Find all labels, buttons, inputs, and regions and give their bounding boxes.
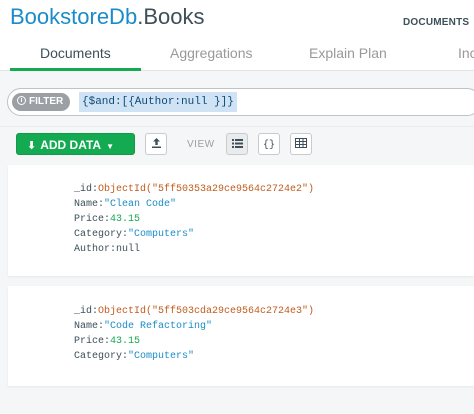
field-value: ObjectId("5ff503cda29ce9564c2724e3") — [98, 306, 315, 317]
field-price[interactable]: Price:43.15 — [74, 212, 140, 227]
collection-header: BookstoreDb.Books DOCUMENTS — [0, 0, 474, 40]
tab-documents[interactable]: Documents — [40, 38, 111, 68]
list-icon — [231, 139, 243, 148]
field-key: Price: — [74, 336, 111, 347]
info-icon — [17, 96, 26, 105]
field-name[interactable]: Name:"Clean Code" — [74, 197, 176, 212]
document-actions-bar: ⬇ ADD DATA ▼ VIEW {} — [0, 127, 474, 161]
field-key: Name: — [74, 321, 105, 332]
query-bar: FILTER {$and:[{Author:null }]} — [0, 71, 474, 127]
field-name[interactable]: Name:"Code Refactoring" — [74, 319, 212, 334]
add-data-button[interactable]: ⬇ ADD DATA ▼ — [16, 133, 135, 155]
upload-icon — [151, 138, 161, 148]
field-key: Category: — [74, 229, 129, 240]
add-data-label: ADD DATA — [40, 138, 102, 152]
field-key: _id: — [74, 184, 99, 195]
field-id[interactable]: _id:ObjectId("5ff503cda29ce9564c2724e3") — [74, 304, 314, 319]
collection-name: Books — [143, 4, 205, 29]
filter-pill: FILTER — [12, 93, 71, 111]
document-list: _id:ObjectId("5ff50353a29ce9564c2724e2")… — [0, 161, 474, 414]
chevron-down-icon: ▼ — [106, 142, 115, 151]
field-key: Category: — [74, 351, 129, 362]
field-key: Name: — [74, 199, 105, 210]
field-key: Author: — [74, 244, 117, 255]
field-category[interactable]: Category:"Computers" — [74, 227, 194, 242]
braces-icon: {} — [262, 140, 275, 151]
field-value: 43.15 — [110, 214, 141, 225]
field-value: "Code Refactoring" — [104, 321, 213, 332]
field-value: "Computers" — [128, 229, 195, 240]
field-value: ObjectId("5ff50353a29ce9564c2724e2") — [98, 184, 315, 195]
filter-input[interactable]: FILTER {$and:[{Author:null }]} — [7, 88, 474, 116]
document-card[interactable]: _id:ObjectId("5ff50353a29ce9564c2724e2")… — [8, 165, 474, 276]
documents-count-label: DOCUMENTS — [403, 17, 470, 28]
table-view-button[interactable] — [290, 133, 312, 155]
field-key: Price: — [74, 214, 111, 225]
field-value: "Computers" — [128, 351, 195, 362]
field-category[interactable]: Category:"Computers" — [74, 349, 194, 364]
export-button[interactable] — [145, 133, 167, 155]
field-key: _id: — [74, 306, 99, 317]
json-view-button[interactable]: {} — [258, 133, 280, 155]
filter-query-text[interactable]: {$and:[{Author:null }]} — [79, 92, 237, 112]
view-label: VIEW — [187, 139, 215, 150]
field-author[interactable]: Author:null — [74, 242, 140, 257]
tab-aggregations[interactable]: Aggregations — [170, 38, 253, 68]
field-value: 43.15 — [110, 336, 141, 347]
table-icon — [295, 138, 307, 148]
document-card[interactable]: _id:ObjectId("5ff503cda29ce9564c2724e3")… — [8, 286, 474, 386]
tab-explain-plan[interactable]: Explain Plan — [309, 38, 387, 68]
field-id[interactable]: _id:ObjectId("5ff50353a29ce9564c2724e2") — [74, 182, 314, 197]
database-name[interactable]: BookstoreDb — [10, 4, 137, 29]
namespace-title: BookstoreDb.Books — [10, 3, 204, 31]
list-view-button[interactable] — [226, 133, 248, 155]
tab-indexes[interactable]: Inc — [458, 38, 474, 68]
download-icon: ⬇ — [27, 140, 37, 152]
field-value: "Clean Code" — [104, 199, 177, 210]
filter-pill-label: FILTER — [29, 96, 64, 107]
field-price[interactable]: Price:43.15 — [74, 334, 140, 349]
collection-tabs: Documents Aggregations Explain Plan Inc — [0, 38, 474, 72]
field-value: null — [116, 244, 141, 255]
